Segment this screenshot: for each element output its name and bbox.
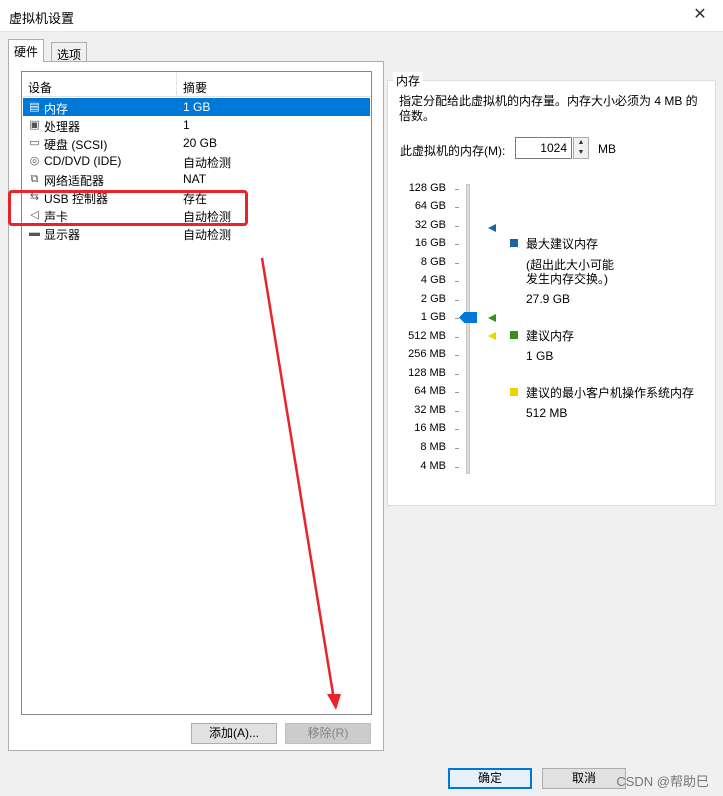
scale-tick — [455, 355, 459, 356]
scale-tick — [455, 226, 459, 227]
device-name: 显示器 — [44, 228, 81, 242]
memory-description: 指定分配给此虚拟机的内存量。内存大小必须为 4 MB 的倍数。 — [399, 94, 698, 123]
legend-swatch-minimum — [510, 388, 518, 396]
column-separator[interactable] — [176, 72, 177, 97]
device-row-display[interactable]: ▬ 显示器 自动检测 — [23, 224, 370, 242]
column-header-summary[interactable]: 摘要 — [183, 79, 207, 96]
device-list[interactable]: 设备 摘要 ▤ 内存 1 GB ▣ 处理器 1 ▭ 硬盘 (SCSI) 20 G… — [21, 71, 372, 715]
scale-label: 8 MB — [420, 441, 446, 453]
memory-icon: ▤ — [29, 101, 40, 113]
device-name: 硬盘 (SCSI) — [44, 138, 108, 152]
device-row-memory[interactable]: ▤ 内存 1 GB — [23, 98, 370, 116]
memory-unit: MB — [598, 142, 616, 156]
scale-label: 128 GB — [408, 182, 446, 194]
cancel-button[interactable]: 取消 — [542, 768, 626, 789]
legend-recommended-title: 建议内存 — [526, 329, 575, 343]
scale-label: 2 GB — [420, 293, 446, 305]
tab-hardware-label: 硬件 — [14, 45, 39, 59]
harddisk-icon: ▭ — [29, 137, 40, 149]
scale-label: 512 MB — [408, 330, 446, 342]
scale-tick — [455, 429, 459, 430]
device-name: CD/DVD (IDE) — [44, 154, 122, 168]
scale-tick — [455, 207, 459, 208]
device-name: 处理器 — [44, 120, 81, 134]
monitor-icon: ▬ — [29, 227, 40, 239]
recommended-marker — [488, 314, 496, 322]
memory-slider-track[interactable] — [466, 184, 470, 474]
cd-dvd-icon: ◎ — [29, 155, 40, 167]
scale-label: 64 GB — [414, 200, 446, 212]
device-row-harddisk[interactable]: ▭ 硬盘 (SCSI) 20 GB — [23, 134, 370, 152]
scale-label: 8 GB — [420, 256, 446, 268]
memory-field-label: 此虚拟机的内存(M): — [400, 144, 506, 158]
scale-label: 1 GB — [420, 311, 446, 323]
scale-label: 128 MB — [408, 367, 446, 379]
legend-max-value: 27.9 GB — [526, 292, 571, 306]
annotation-highlight-box — [8, 190, 248, 226]
scale-label: 16 GB — [414, 237, 446, 249]
scale-tick — [455, 448, 459, 449]
scale-tick — [455, 337, 459, 338]
device-summary: 自动检测 — [183, 156, 232, 170]
scale-tick — [455, 300, 459, 301]
spin-up-icon[interactable]: ▲ — [574, 138, 588, 148]
memory-group-title: 内存 — [393, 72, 424, 89]
scale-label: 64 MB — [414, 385, 446, 397]
memory-size-input[interactable]: 1024 — [515, 137, 572, 159]
processor-icon: ▣ — [29, 119, 40, 131]
column-header-device[interactable]: 设备 — [28, 79, 52, 96]
scale-tick — [455, 281, 459, 282]
min-recommended-marker — [488, 332, 496, 340]
device-summary: NAT — [183, 172, 207, 186]
network-adapter-icon: ⧉ — [30, 173, 39, 185]
tab-options[interactable]: 选项 — [51, 42, 88, 63]
scale-tick — [455, 189, 459, 190]
watermark-text: CSDN @帮助巳 — [616, 774, 709, 789]
scale-label: 32 GB — [414, 219, 446, 231]
legend-max-note-2: 发生内存交换。) — [526, 272, 608, 286]
close-icon[interactable]: ✕ — [689, 4, 711, 26]
list-header: 设备 摘要 — [22, 72, 371, 97]
legend-minimum-value: 512 MB — [526, 406, 568, 420]
scale-label: 4 MB — [420, 460, 446, 472]
legend-recommended-value: 1 GB — [526, 349, 554, 363]
legend-minimum-title: 建议的最小客户机操作系统内存 — [526, 386, 695, 400]
device-summary: 1 — [183, 118, 190, 132]
add-button[interactable]: 添加(A)... — [191, 723, 277, 744]
scale-label: 32 MB — [414, 404, 446, 416]
device-summary: 自动检测 — [183, 228, 232, 242]
scale-tick — [455, 467, 459, 468]
scale-tick — [455, 374, 459, 375]
legend-swatch-recommended — [510, 331, 518, 339]
device-row-processor[interactable]: ▣ 处理器 1 — [23, 116, 370, 134]
title-bar: 虚拟机设置 ✕ — [0, 0, 723, 32]
device-summary: 1 GB — [183, 100, 211, 114]
scale-tick — [455, 392, 459, 393]
device-row-cd-dvd[interactable]: ◎ CD/DVD (IDE) 自动检测 — [23, 152, 370, 170]
scale-tick — [455, 263, 459, 264]
scale-tick — [455, 411, 459, 412]
device-name: 网络适配器 — [44, 174, 105, 188]
legend-max-title: 最大建议内存 — [526, 237, 599, 251]
device-name: 内存 — [44, 102, 69, 116]
device-summary: 20 GB — [183, 136, 218, 150]
remove-button[interactable]: 移除(R) — [285, 723, 371, 744]
scale-label: 16 MB — [414, 422, 446, 434]
scale-tick — [455, 318, 459, 319]
device-row-network[interactable]: ⧉ 网络适配器 NAT — [23, 170, 370, 188]
scale-label: 256 MB — [408, 348, 446, 360]
tab-hardware[interactable]: 硬件 — [8, 39, 45, 62]
legend-swatch-max — [510, 239, 518, 247]
spin-down-icon[interactable]: ▼ — [574, 148, 588, 158]
max-recommended-marker — [488, 224, 496, 232]
ok-button[interactable]: 确定 — [448, 768, 532, 789]
scale-tick — [455, 244, 459, 245]
tab-options-label: 选项 — [57, 48, 82, 62]
window-title: 虚拟机设置 — [9, 11, 75, 26]
scale-label: 4 GB — [420, 274, 446, 286]
memory-spinner[interactable]: ▲ ▼ — [573, 137, 589, 159]
